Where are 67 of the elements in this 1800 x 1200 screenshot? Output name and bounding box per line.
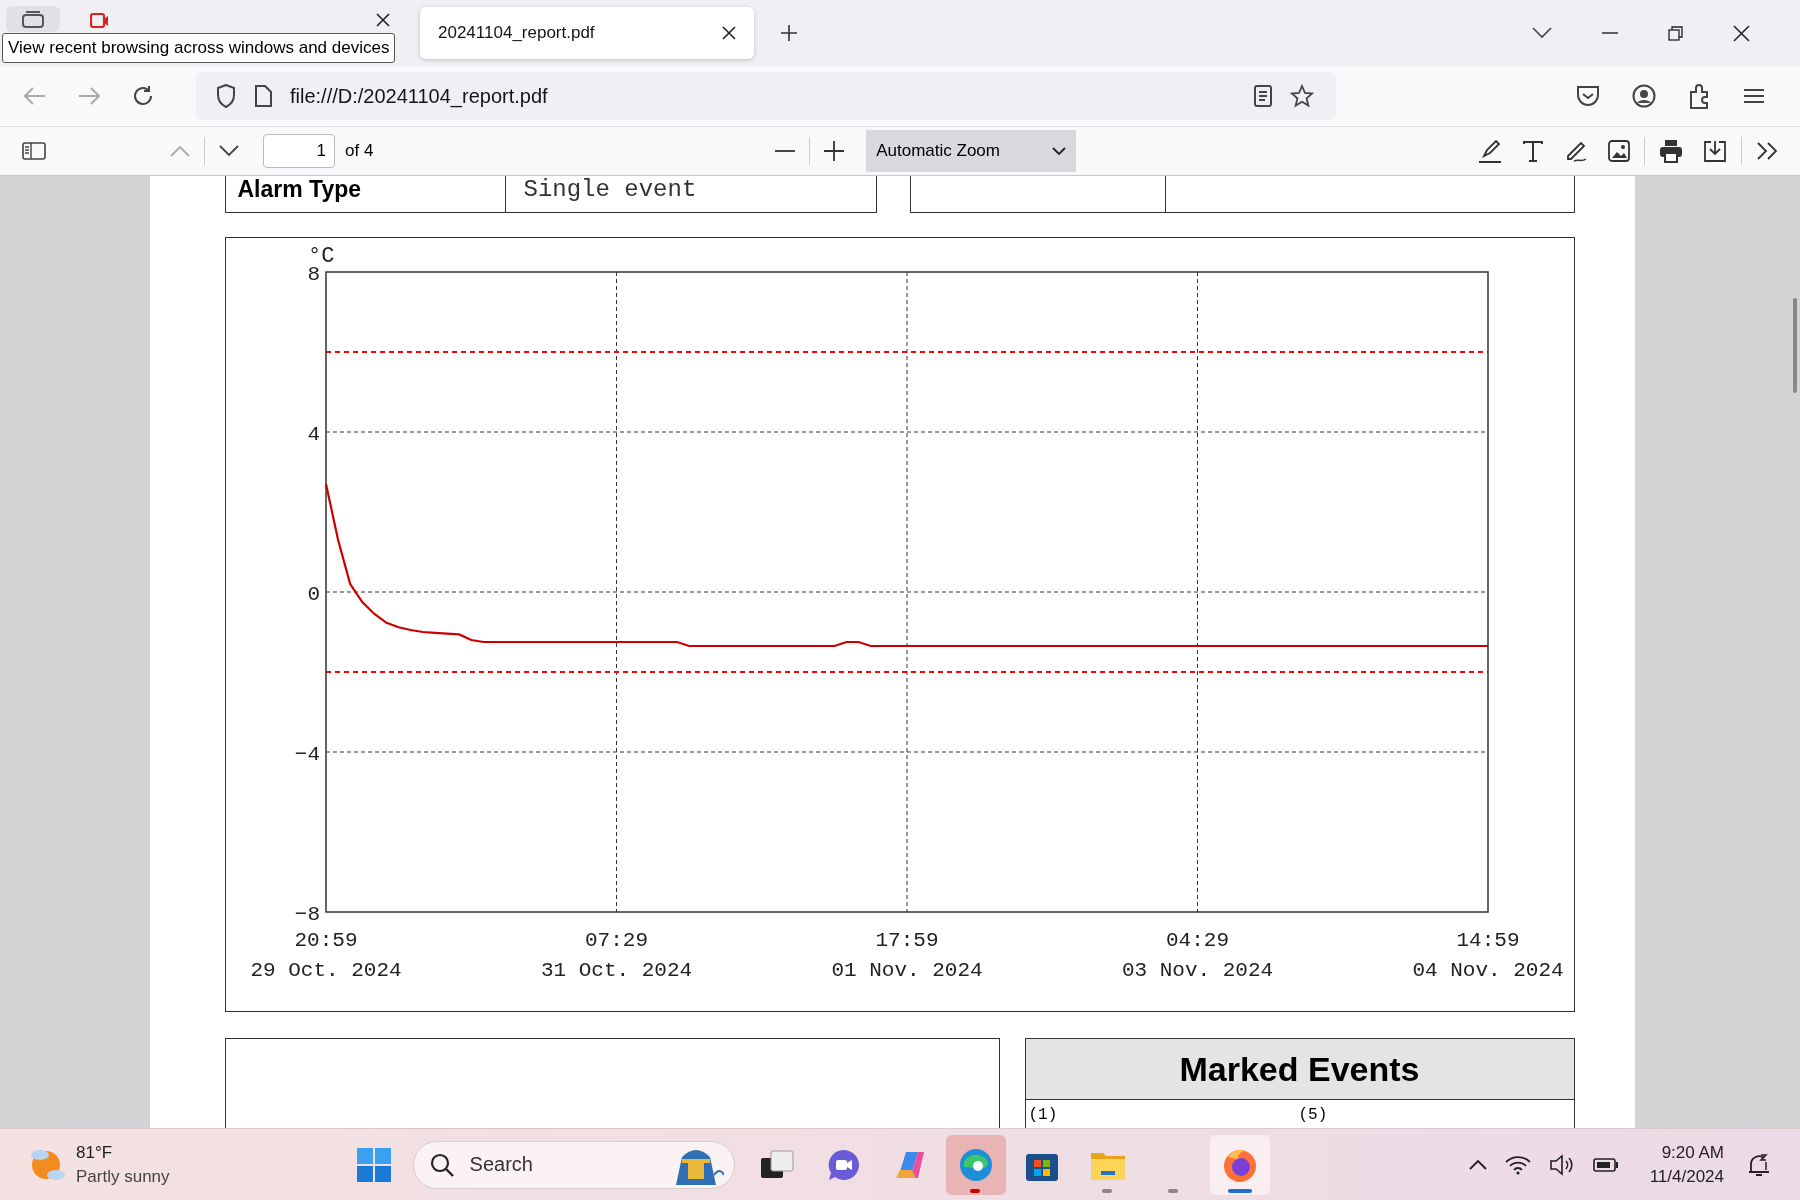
search-icon bbox=[429, 1152, 454, 1177]
pocket-icon[interactable] bbox=[1576, 85, 1600, 107]
axis-tick-label: −4 bbox=[294, 743, 320, 766]
menu-icon[interactable] bbox=[1744, 88, 1764, 104]
shield-icon[interactable] bbox=[216, 84, 236, 108]
close-icon[interactable] bbox=[376, 13, 390, 27]
start-icon[interactable] bbox=[356, 1147, 391, 1182]
page-number-field[interactable]: 1 bbox=[263, 134, 335, 168]
star-icon[interactable] bbox=[1290, 84, 1314, 108]
browser-tab[interactable]: 20241104_report.pdf bbox=[420, 7, 754, 59]
highlight-icon[interactable] bbox=[1478, 139, 1502, 163]
close-icon[interactable] bbox=[1733, 24, 1750, 42]
print-icon[interactable] bbox=[1659, 139, 1683, 163]
axis-tick-label: −8 bbox=[294, 903, 320, 926]
wifi-icon[interactable] bbox=[1504, 1154, 1531, 1175]
table-cell-text: Single event bbox=[522, 176, 698, 205]
save-icon[interactable] bbox=[1703, 140, 1727, 162]
chevron-up-icon[interactable] bbox=[1468, 1159, 1487, 1170]
panel-header: Marked Events bbox=[1025, 1039, 1574, 1100]
reload-icon[interactable] bbox=[132, 85, 154, 107]
reader-view-icon[interactable] bbox=[1254, 85, 1272, 107]
axis-tick-label: 0 bbox=[306, 583, 320, 606]
axis-tick-label: 8 bbox=[306, 263, 320, 286]
url-text: file:///D:/20241104_report.pdf bbox=[290, 84, 548, 108]
video-chat-icon bbox=[826, 1147, 861, 1182]
temperature-text: 81°F bbox=[76, 1142, 114, 1163]
text-tool-icon[interactable] bbox=[1522, 140, 1544, 162]
search-field[interactable]: Search bbox=[412, 1140, 735, 1189]
zoom-dropdown[interactable]: Automatic Zoom bbox=[866, 130, 1077, 172]
time-text: 9:20 AM bbox=[1661, 1142, 1724, 1163]
clock[interactable]: 9:20 AM 11/4/2024 bbox=[1649, 1142, 1724, 1187]
axis-tick-label: 20:59 29 Oct. 2024 bbox=[249, 929, 402, 982]
sidebar-toggle-icon[interactable] bbox=[22, 142, 46, 160]
pencil-icon[interactable] bbox=[1564, 139, 1588, 163]
tooltip: View recent browsing across windows and devices bbox=[2, 33, 396, 63]
task-view-icon bbox=[760, 1149, 795, 1180]
axis-tick-label: 14:59 04 Nov. 2024 bbox=[1411, 929, 1564, 982]
speaker-icon[interactable] bbox=[1548, 1153, 1575, 1176]
close-icon[interactable] bbox=[722, 26, 736, 40]
page-count: of 4 bbox=[345, 141, 374, 161]
event-marker: (1) bbox=[1028, 1106, 1059, 1124]
weather-text: Partly sunny bbox=[76, 1166, 170, 1187]
address-bar[interactable]: file:///D:/20241104_report.pdf bbox=[196, 72, 1336, 120]
date-text: 11/4/2024 bbox=[1649, 1166, 1724, 1187]
axis-tick-label: 17:59 01 Nov. 2024 bbox=[830, 929, 983, 982]
account-icon[interactable] bbox=[1632, 84, 1656, 108]
table-cell: Alarm Type bbox=[225, 176, 506, 212]
page-icon bbox=[254, 85, 272, 107]
scrollbar-thumb[interactable] bbox=[1793, 298, 1797, 393]
axis-tick-label: 07:29 31 Oct. 2024 bbox=[540, 929, 692, 982]
more-tools-icon[interactable] bbox=[1756, 142, 1778, 160]
tab-list-button[interactable] bbox=[6, 6, 60, 32]
event-marker: (5) bbox=[1298, 1106, 1329, 1124]
new-tab-icon[interactable] bbox=[780, 24, 798, 42]
notification-bell-icon[interactable] bbox=[1747, 1151, 1771, 1178]
zoom-in-icon[interactable] bbox=[824, 141, 845, 161]
tabs-icon bbox=[22, 10, 44, 28]
wave-logo-icon bbox=[957, 1146, 994, 1183]
axis-tick-label: 4 bbox=[306, 423, 320, 446]
chevron-down-icon[interactable] bbox=[1532, 27, 1552, 39]
axis-tick-label: 04:29 03 Nov. 2024 bbox=[1121, 929, 1273, 982]
chevron-down-icon[interactable] bbox=[219, 145, 239, 157]
image-icon[interactable] bbox=[1608, 140, 1630, 162]
restore-icon[interactable] bbox=[1668, 25, 1683, 41]
battery-icon[interactable] bbox=[1592, 1157, 1619, 1172]
chevron-down-icon bbox=[1052, 146, 1067, 156]
video-camera-icon bbox=[90, 12, 109, 28]
